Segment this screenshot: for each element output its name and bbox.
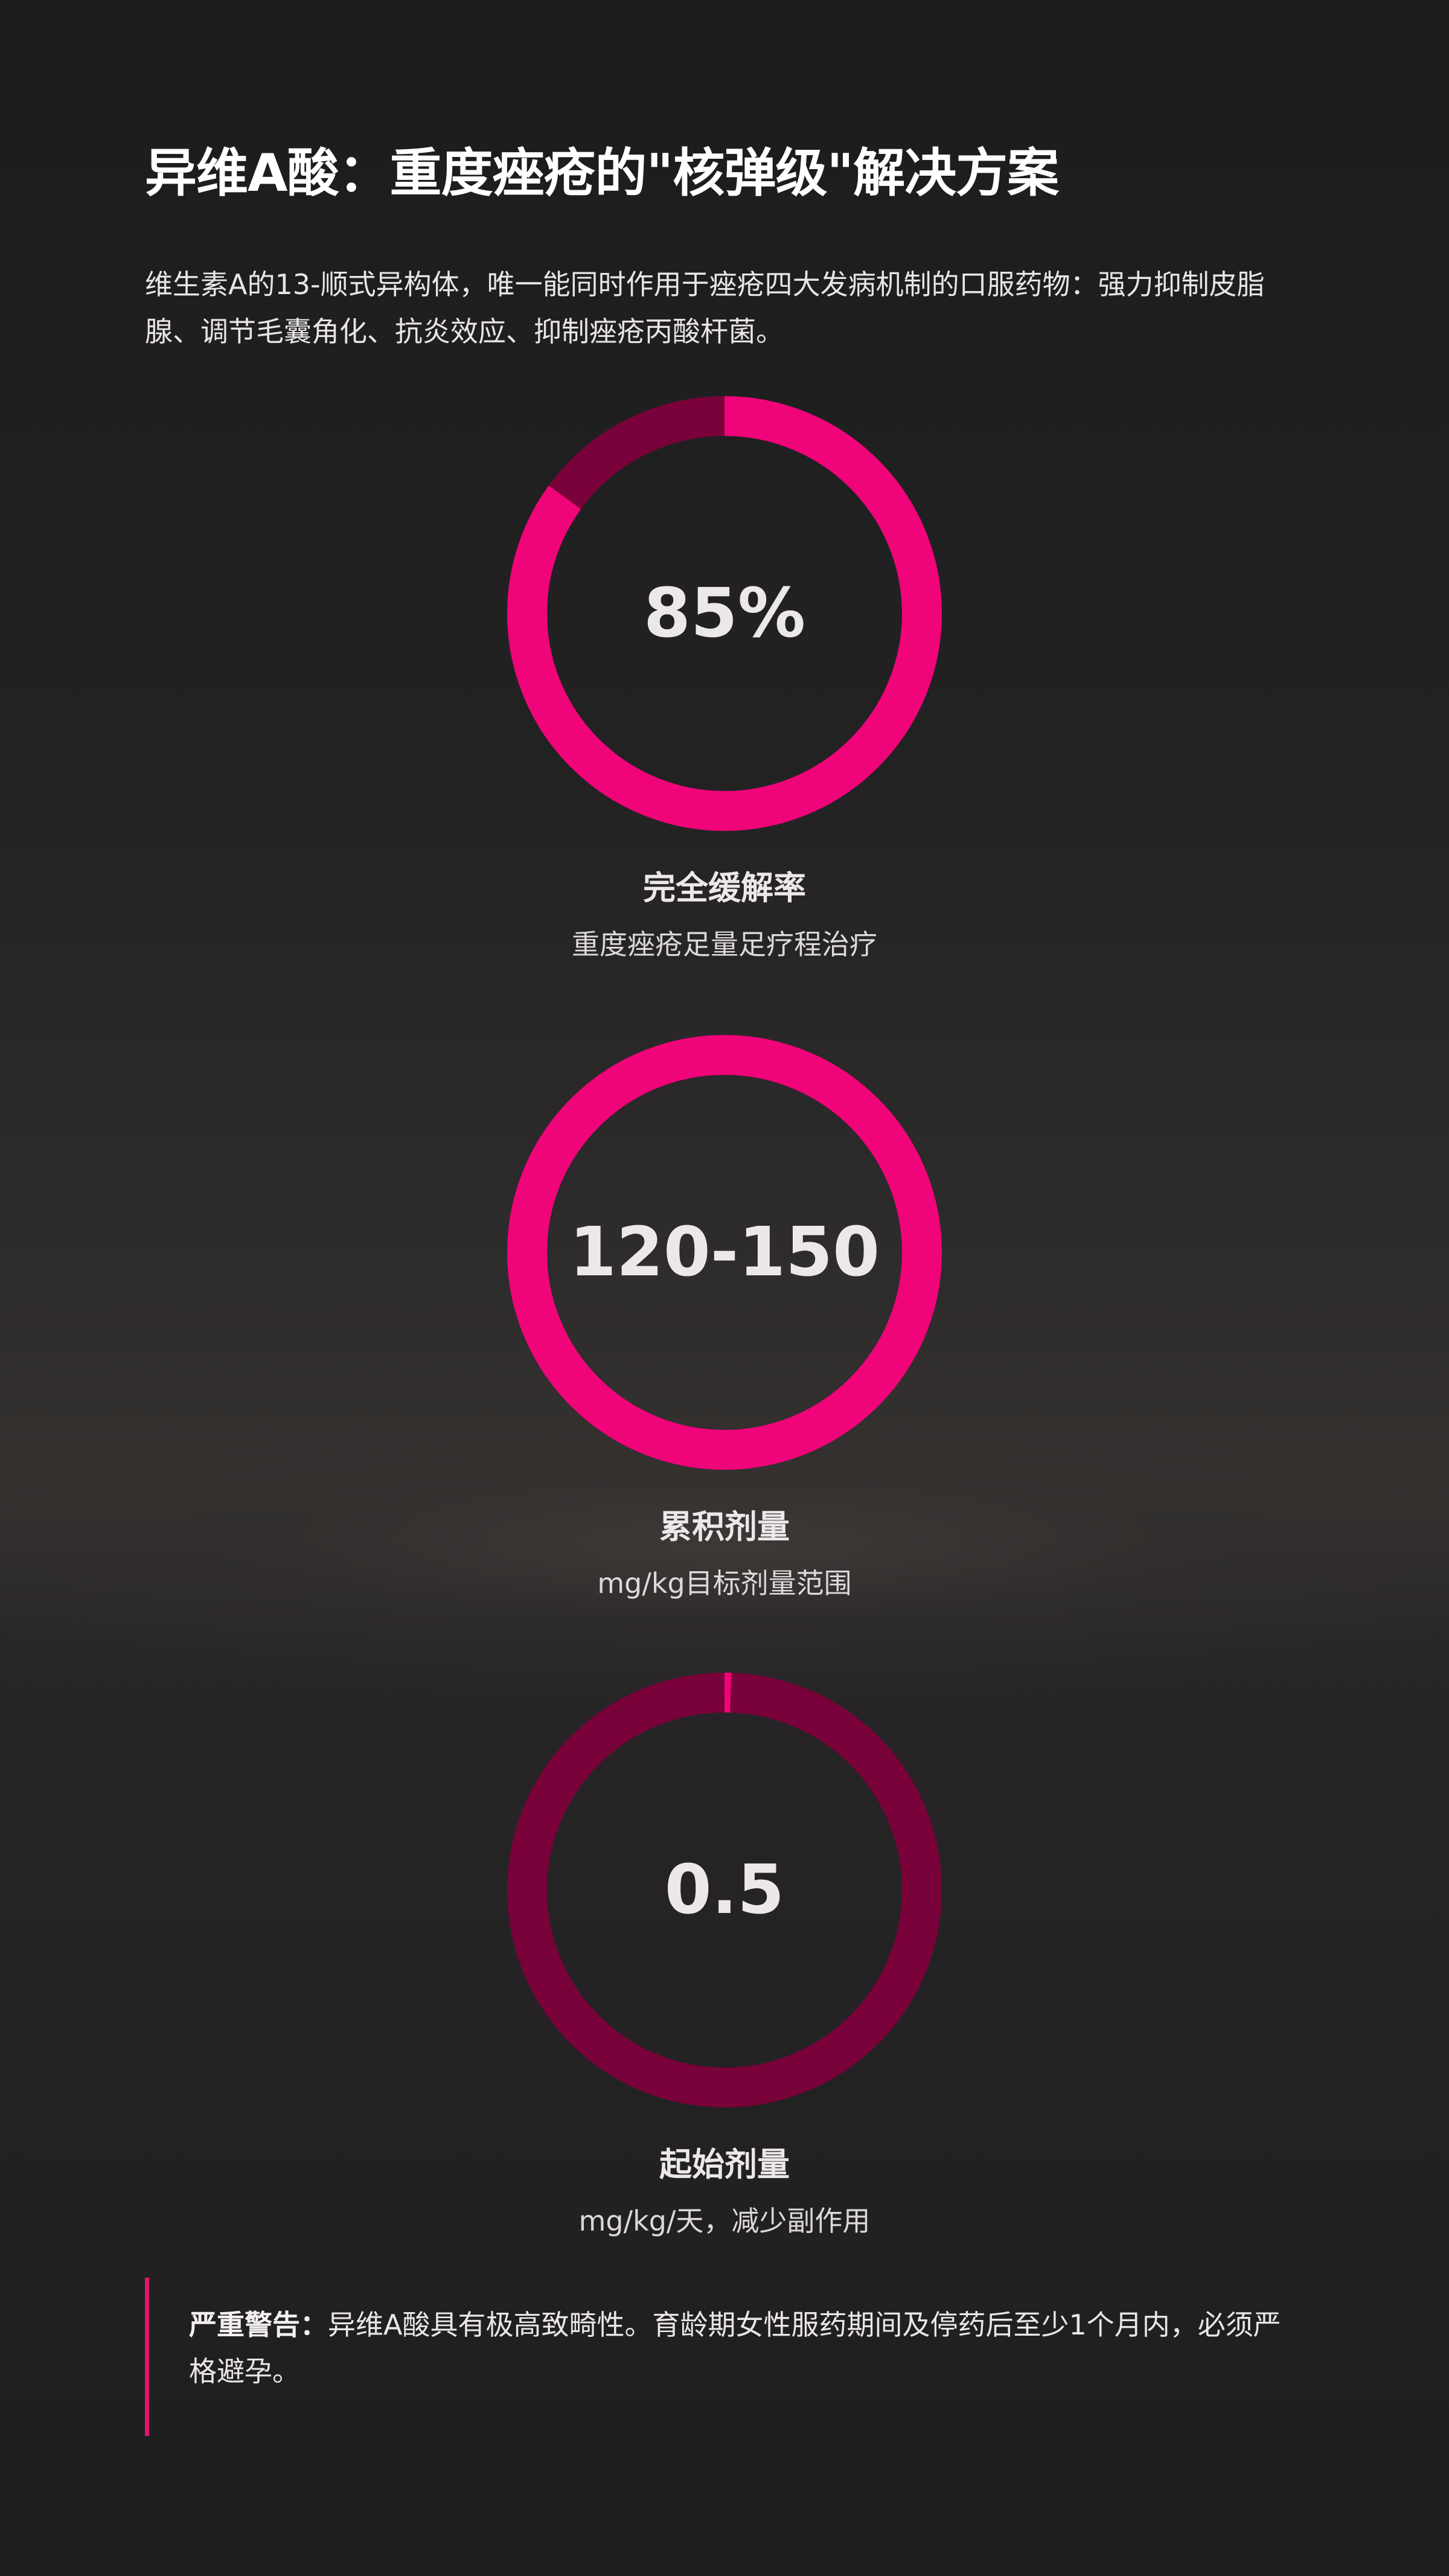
stat-value: 120-150 — [569, 1213, 880, 1292]
intro-paragraph: 维生素A的13-顺式异构体，唯一能同时作用于痤疮四大发病机制的口服药物：强力抑制… — [145, 268, 1265, 348]
stat-cumulative-dose: 120-150 累积剂量 mg/kg目标剂量范围 — [0, 1035, 1449, 1615]
page-title: 异维A酸：重度痤疮的"核弹级"解决方案 — [145, 143, 1059, 203]
stat-description: mg/kg/天，减少副作用 — [578, 2205, 871, 2237]
stat-label: 累积剂量 — [659, 1508, 790, 1546]
stat-description: 重度痤疮足量足疗程治疗 — [572, 928, 877, 961]
stat-value: 85% — [643, 574, 806, 653]
progress-ring: 0.5 — [507, 1673, 942, 2107]
stat-starting-dose: 0.5 起始剂量 mg/kg/天，减少副作用 — [0, 1673, 1449, 2252]
progress-ring: 120-150 — [507, 1035, 942, 1470]
stat-label: 完全缓解率 — [643, 869, 806, 907]
progress-ring: 85% — [507, 396, 942, 831]
stat-description: mg/kg目标剂量范围 — [597, 1567, 852, 1600]
warning-label: 严重警告： — [189, 2308, 328, 2341]
stat-value: 0.5 — [664, 1851, 785, 1929]
stat-label: 起始剂量 — [659, 2145, 790, 2184]
stat-remission-rate: 85% 完全缓解率 重度痤疮足量足疗程治疗 — [0, 396, 1449, 976]
warning-text: 异维A酸具有极高致畸性。育龄期女性服药期间及停药后至少1个月内，必须严格避孕。 — [189, 2308, 1281, 2388]
warning-callout: 严重警告：异维A酸具有极高致畸性。育龄期女性服药期间及停药后至少1个月内，必须严… — [145, 2278, 1304, 2436]
